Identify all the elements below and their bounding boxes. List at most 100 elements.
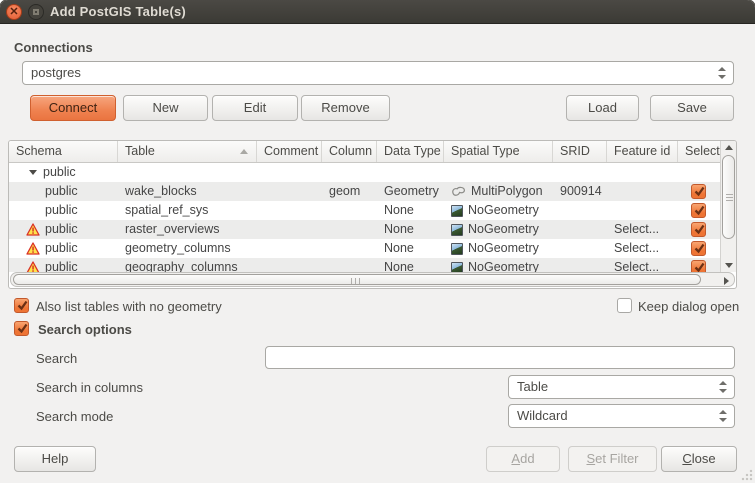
cell-srid — [553, 239, 607, 258]
header-table[interactable]: Table — [118, 141, 257, 162]
cell-schema: public — [9, 239, 118, 258]
set-filter-button[interactable]: Set Filter — [568, 446, 657, 472]
keep-dialog-open-checkbox[interactable] — [617, 298, 632, 313]
also-list-checkbox[interactable] — [14, 298, 29, 313]
table-row[interactable]: public spatial_ref_sys None NoGeometry — [9, 201, 720, 220]
table-row[interactable]: public wake_blocks geom Geometry MultiPo… — [9, 182, 720, 201]
cell-feature-id — [607, 182, 678, 201]
horizontal-scrollbar-thumb[interactable] — [13, 274, 701, 285]
vertical-scrollbar-thumb[interactable] — [722, 155, 735, 239]
warning-icon — [26, 261, 40, 272]
cell-comment — [257, 258, 322, 272]
save-button[interactable]: Save — [650, 95, 734, 121]
help-button[interactable]: Help — [14, 446, 96, 472]
cell-schema-label: public — [45, 241, 78, 255]
header-comment[interactable]: Comment — [257, 141, 322, 162]
also-list-label: Also list tables with no geometry — [36, 299, 222, 314]
horizontal-scrollbar[interactable] — [10, 272, 735, 287]
search-options-label: Search options — [38, 322, 132, 337]
table-row[interactable]: public geometry_columns None NoGeometry … — [9, 239, 720, 258]
search-options-checkbox[interactable] — [14, 321, 29, 336]
header-column[interactable]: Column — [322, 141, 377, 162]
remove-button[interactable]: Remove — [301, 95, 390, 121]
spinner-arrows-icon[interactable] — [719, 410, 727, 422]
scroll-right-icon[interactable] — [724, 277, 729, 285]
header-table-label: Table — [125, 144, 155, 158]
scrollbar-grip-icon — [726, 194, 733, 203]
no-geometry-icon — [451, 262, 463, 273]
connections-combobox-value: postgres — [31, 65, 81, 80]
feature-id-select[interactable]: Select... — [607, 220, 678, 239]
warning-icon — [26, 223, 40, 236]
header-data-type[interactable]: Data Type — [377, 141, 444, 162]
spinner-arrows-icon[interactable] — [718, 67, 726, 79]
scrollbar-grip-icon — [351, 278, 360, 284]
new-button[interactable]: New — [123, 95, 208, 121]
cell-srid — [553, 258, 607, 272]
header-schema[interactable]: Schema — [9, 141, 118, 162]
connections-label: Connections — [14, 40, 93, 55]
search-in-columns-label: Search in columns — [36, 380, 143, 395]
schema-group-row[interactable]: public — [9, 163, 720, 182]
multipolygon-icon — [451, 186, 466, 197]
header-select[interactable]: Select — [678, 141, 720, 162]
row-select-checkbox[interactable] — [691, 241, 706, 256]
scroll-up-icon[interactable] — [725, 145, 733, 150]
connect-button[interactable]: Connect — [30, 95, 116, 121]
close-button[interactable]: Close — [661, 446, 737, 472]
cell-column — [322, 239, 377, 258]
keep-dialog-open-label: Keep dialog open — [638, 299, 739, 314]
resize-grip[interactable] — [741, 469, 753, 481]
cell-spatial-type: MultiPolygon — [444, 182, 553, 201]
header-srid[interactable]: SRID — [553, 141, 607, 162]
search-input[interactable] — [265, 346, 735, 369]
cell-select — [678, 220, 720, 239]
search-mode-value: Wildcard — [517, 408, 568, 423]
add-button[interactable]: Add — [486, 446, 560, 472]
search-label: Search — [36, 351, 77, 366]
cell-table: geography_columns — [118, 258, 257, 272]
cell-schema: public — [9, 258, 118, 272]
cell-table: spatial_ref_sys — [118, 201, 257, 220]
schema-group-label: public — [43, 163, 76, 182]
window-title: Add PostGIS Table(s) — [50, 0, 186, 24]
row-select-checkbox[interactable] — [691, 260, 706, 272]
feature-id-select[interactable]: Select... — [607, 258, 678, 272]
row-select-checkbox[interactable] — [691, 184, 706, 199]
table-header-row: Schema Table Comment Column Data Type Sp… — [9, 141, 720, 163]
search-mode-combobox[interactable]: Wildcard — [508, 404, 735, 428]
cell-spatial-type: NoGeometry — [444, 239, 553, 258]
row-select-checkbox[interactable] — [691, 203, 706, 218]
cell-comment — [257, 220, 322, 239]
cell-table: geometry_columns — [118, 239, 257, 258]
warning-icon — [26, 242, 40, 255]
table-body: public public wake_blocks geom Geometry … — [9, 163, 720, 272]
scroll-down-icon[interactable] — [725, 263, 733, 268]
close-window-icon[interactable]: ✕ — [6, 4, 22, 20]
row-select-checkbox[interactable] — [691, 222, 706, 237]
titlebar: ✕ Add PostGIS Table(s) — [0, 0, 755, 24]
spatial-type-label: NoGeometry — [468, 201, 539, 220]
cell-column — [322, 201, 377, 220]
feature-id-select[interactable]: Select... — [607, 239, 678, 258]
cell-comment — [257, 239, 322, 258]
cell-spatial-type: NoGeometry — [444, 201, 553, 220]
header-spatial-type[interactable]: Spatial Type — [444, 141, 553, 162]
edit-button[interactable]: Edit — [212, 95, 298, 121]
load-button[interactable]: Load — [566, 95, 639, 121]
spatial-type-label: NoGeometry — [468, 220, 539, 239]
cell-srid — [553, 201, 607, 220]
header-feature-id[interactable]: Feature id — [607, 141, 678, 162]
spinner-arrows-icon[interactable] — [719, 381, 727, 393]
table-row[interactable]: public geography_columns None NoGeometry… — [9, 258, 720, 272]
connections-combobox[interactable]: postgres — [22, 61, 734, 85]
search-in-columns-combobox[interactable]: Table — [508, 375, 735, 399]
cell-feature-id — [607, 201, 678, 220]
cell-schema-label: public — [45, 222, 78, 236]
vertical-scrollbar[interactable] — [720, 141, 736, 272]
table-row[interactable]: public raster_overviews None NoGeometry … — [9, 220, 720, 239]
minimize-window-icon[interactable] — [28, 4, 44, 20]
tree-collapse-icon[interactable] — [29, 170, 37, 175]
cell-select — [678, 239, 720, 258]
cell-select — [678, 201, 720, 220]
